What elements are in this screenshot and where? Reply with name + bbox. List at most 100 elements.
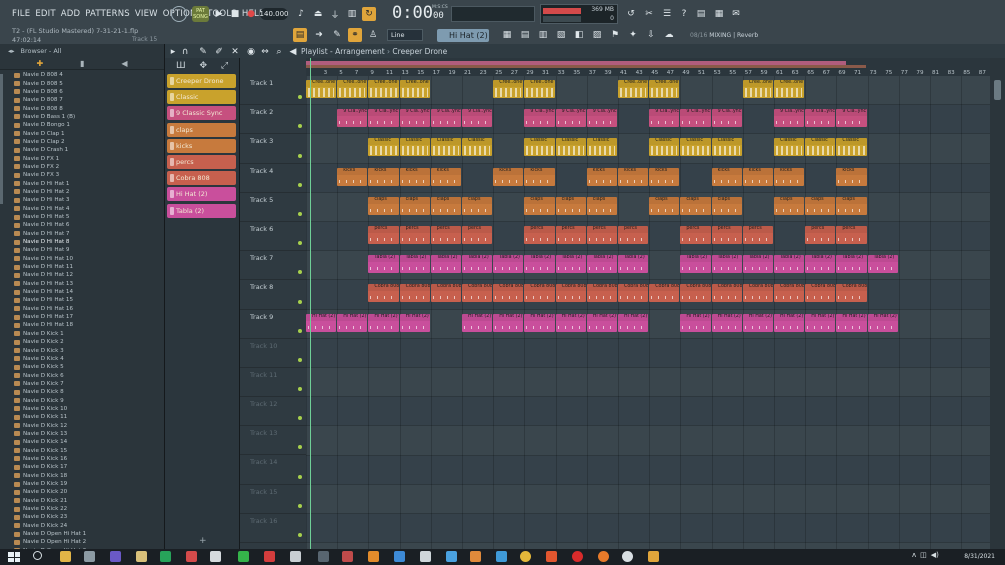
track-lane[interactable] <box>306 514 990 544</box>
pattern-clip[interactable]: 9 Cla..ync <box>555 109 586 128</box>
browser-file-item[interactable]: Navie D Kick 1 <box>0 330 165 338</box>
menu-edit[interactable]: EDIT <box>35 9 55 19</box>
pattern-clip[interactable]: Cobra 808 <box>399 284 430 303</box>
pattern-clip[interactable]: Cobra 808 <box>524 284 555 303</box>
speaker-icon[interactable]: ◀ <box>121 59 127 68</box>
plugin-icon[interactable]: ▨ <box>590 28 604 42</box>
mixer-view-icon[interactable]: ☰ <box>660 7 674 21</box>
browser-file-item[interactable]: Navie D Hi Hat 11 <box>0 263 165 271</box>
browser-file-item[interactable]: Navie D Kick 20 <box>0 488 165 496</box>
pattern-clip[interactable]: claps <box>805 196 836 215</box>
browser-file-item[interactable]: Navie D Kick 15 <box>0 446 165 454</box>
pattern-clip[interactable]: kicks <box>524 167 555 186</box>
browser-file-item[interactable]: Navie D Crash 1 <box>0 146 165 154</box>
browser-file-item[interactable]: Navie D Kick 16 <box>0 455 165 463</box>
pattern-clip[interactable]: Classic <box>462 138 493 157</box>
browser-file-item[interactable]: Navie D Bongo 1 <box>0 121 165 129</box>
pattern-clip[interactable]: 9 Cla..ync <box>368 109 399 128</box>
pattern-clip[interactable]: percs <box>711 226 742 244</box>
pattern-clip[interactable]: Classic <box>774 138 805 157</box>
app-icon-9[interactable] <box>318 551 329 562</box>
browser-file-item[interactable]: Navie D Hi Hat 12 <box>0 271 165 279</box>
pattern-clip[interactable]: Classic <box>399 138 430 157</box>
pattern-clip[interactable]: Cobra 808 <box>368 284 399 303</box>
browser-file-item[interactable]: Navie D Bass 1 (B) <box>0 113 165 121</box>
browser-file-item[interactable]: Navie D Hi Hat 7 <box>0 230 165 238</box>
pattern-clip[interactable]: kicks <box>430 167 461 186</box>
track-header[interactable]: Track 8 <box>240 280 306 310</box>
pattern-clip[interactable]: Classic <box>555 138 586 157</box>
pattern-item[interactable]: Hi Hat (2) <box>167 187 236 202</box>
pattern-clip[interactable]: claps <box>524 196 555 215</box>
pattern-clip[interactable]: Hi Hat (2) <box>586 313 617 332</box>
windows-start-icon[interactable] <box>8 552 20 562</box>
browser-file-item[interactable]: Navie D Kick 4 <box>0 355 165 363</box>
app-icon-10[interactable] <box>342 551 353 562</box>
pattern-clip[interactable]: Hi Hat (2) <box>680 313 711 332</box>
pattern-clip[interactable]: 9 Cla..ync <box>805 109 836 128</box>
pattern-clip[interactable]: Cree..one <box>774 80 805 98</box>
playlist-vertical-scrollbar[interactable] <box>990 58 1005 549</box>
pattern-clip[interactable]: 9 Cla..ync <box>649 109 680 128</box>
pattern-clip[interactable]: 9 Cla..ync <box>337 109 368 128</box>
browser-file-item[interactable]: Navie D Hi Hat 8 <box>0 238 165 246</box>
pattern-clip[interactable]: Cobra 808 <box>618 284 649 303</box>
browser-file-item[interactable]: Navie D Hi Hat 2 <box>0 188 165 196</box>
app-icon-2[interactable] <box>110 551 121 562</box>
browser-file-item[interactable]: Navie D 808 8 <box>0 104 165 112</box>
pattern-clip[interactable]: Hi Hat (2) <box>836 313 867 332</box>
browser-file-item[interactable]: Navie D Hi Hat 17 <box>0 313 165 321</box>
browser-file-item[interactable]: Navie D Kick 12 <box>0 421 165 429</box>
pattern-clip[interactable]: kicks <box>337 167 368 186</box>
pattern-clip[interactable]: kicks <box>493 167 524 186</box>
save-icon[interactable]: ▤ <box>694 7 708 21</box>
pattern-clip[interactable]: Tabla (2) <box>462 255 493 274</box>
browser-file-item[interactable]: Navie D Kick 5 <box>0 363 165 371</box>
pattern-clip[interactable]: claps <box>649 196 680 215</box>
browser-file-item[interactable]: Navie D Kick 22 <box>0 505 165 513</box>
track-enable-led[interactable] <box>298 328 302 333</box>
track-header[interactable]: Track 1 <box>240 76 306 106</box>
browser-file-item[interactable]: Navie D Kick 11 <box>0 413 165 421</box>
track-enable-led[interactable] <box>298 95 302 100</box>
track-enable-led[interactable] <box>298 211 302 216</box>
speaker-playback-icon[interactable]: ◀ <box>286 45 300 59</box>
pattern-clip[interactable]: Tabla (2) <box>399 255 430 274</box>
app-icon-7[interactable] <box>264 551 275 562</box>
pattern-clip[interactable]: kicks <box>368 167 399 186</box>
network-icon[interactable]: ◫ <box>920 551 927 559</box>
arrow-icon[interactable]: ➜ <box>312 28 326 42</box>
app-icon-5[interactable] <box>186 551 197 562</box>
pattern-clip[interactable]: kicks <box>711 167 742 186</box>
pattern-clip[interactable]: Tabla (2) <box>836 255 867 274</box>
pattern-clip[interactable]: claps <box>368 196 399 215</box>
browser-file-item[interactable]: Navie D Kick 19 <box>0 480 165 488</box>
pattern-clip[interactable]: Cree..one <box>337 80 368 98</box>
pattern-clip[interactable]: Tabla (2) <box>618 255 649 274</box>
pattern-clip[interactable]: Hi Hat (2) <box>493 313 524 332</box>
browser-file-item[interactable]: Navie D Hi Hat 5 <box>0 213 165 221</box>
pattern-clip[interactable]: Cobra 808 <box>805 284 836 303</box>
playlist-grid[interactable]: 3 5 7 9 11 13 15 17 19 21 23 25 27 29 31 33 35 37 39 41 43 45… <box>306 58 990 549</box>
track-lane[interactable] <box>306 397 990 427</box>
browser-file-item[interactable]: Navie D Kick 6 <box>0 371 165 379</box>
wait-icon[interactable]: ⏏ <box>311 7 325 21</box>
pattern-clip[interactable]: Cree..one <box>742 80 773 98</box>
browser-file-item[interactable]: Navie D Hi Hat 16 <box>0 305 165 313</box>
record-icon[interactable]: ● <box>244 7 258 21</box>
pattern-clip[interactable]: percs <box>368 226 399 244</box>
pattern-clip[interactable]: Cobra 808 <box>836 284 867 303</box>
pattern-clip[interactable]: percs <box>524 226 555 244</box>
stamp-icon[interactable]: ♙ <box>366 28 380 42</box>
browser-file-item[interactable]: Navie D Hi Hat 15 <box>0 296 165 304</box>
browser-file-item[interactable]: Navie D 808 4 <box>0 71 165 79</box>
track-header[interactable]: Track 3 <box>240 134 306 164</box>
pattern-clip[interactable]: Cree..one <box>524 80 555 98</box>
loop-record-icon[interactable]: ↻ <box>362 7 376 21</box>
plugin-picker-icon[interactable]: ⚑ <box>608 28 622 42</box>
browser-file-item[interactable]: Navie D Hi Hat 6 <box>0 221 165 229</box>
browser-file-item[interactable]: Navie D Hi Hat 4 <box>0 205 165 213</box>
pattern-clip[interactable]: 9 Cla..ync <box>774 109 805 128</box>
track-header[interactable]: Track 10 <box>240 339 306 368</box>
pattern-clip[interactable]: claps <box>462 196 493 215</box>
